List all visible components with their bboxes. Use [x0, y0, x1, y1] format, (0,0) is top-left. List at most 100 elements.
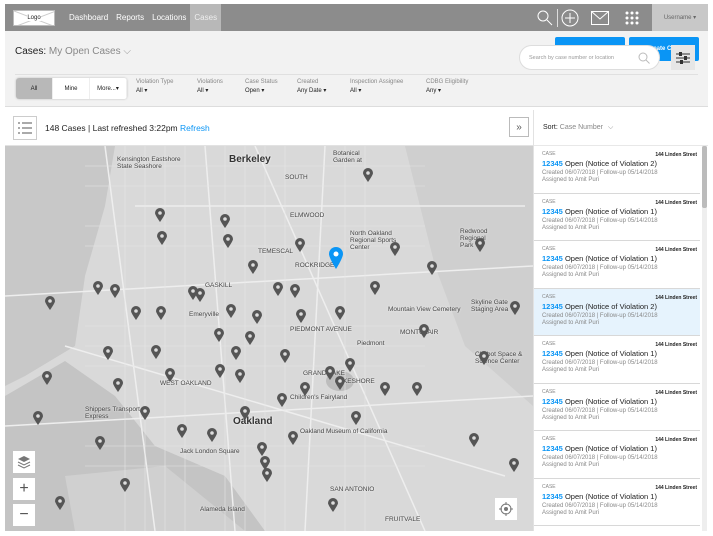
logo[interactable]: Logo [13, 9, 55, 26]
case-pin[interactable] [220, 214, 230, 228]
case-list-item[interactable]: CASE 144 Linden Street 12345 Open (Notice … [534, 194, 700, 241]
case-pin[interactable] [165, 368, 175, 382]
case-pin[interactable] [380, 382, 390, 396]
add-icon[interactable] [558, 4, 582, 31]
filter-violation-type[interactable]: Violation Type All ▾ [136, 79, 173, 94]
case-pin[interactable] [509, 458, 519, 472]
segment-all[interactable]: All [16, 78, 53, 99]
case-pin[interactable] [363, 168, 373, 182]
case-pin[interactable] [45, 296, 55, 310]
sort-control[interactable]: Sort: Case Number ⌵ [534, 110, 708, 146]
case-list-item[interactable]: CASE 144 Linden Street 12345 Open (Notice … [534, 384, 700, 431]
case-pin[interactable] [231, 346, 241, 360]
case-number-link[interactable]: 12345 [542, 207, 563, 216]
search-input[interactable]: Search by case number or location [519, 45, 660, 70]
case-pin[interactable] [390, 242, 400, 256]
case-pin[interactable] [345, 358, 355, 372]
case-number-link[interactable]: 12345 [542, 397, 563, 406]
case-pin[interactable] [120, 478, 130, 492]
case-pin[interactable] [510, 301, 520, 315]
case-pin[interactable] [412, 382, 422, 396]
case-number-link[interactable]: 12345 [542, 159, 563, 168]
nav-cases[interactable]: Cases [190, 4, 222, 31]
case-pin[interactable] [95, 436, 105, 450]
case-pin[interactable] [42, 371, 52, 385]
case-pin[interactable] [214, 328, 224, 342]
case-pin[interactable] [93, 281, 103, 295]
case-list-item[interactable]: CASE 144 Linden Street 12345 Open (Notice … [534, 241, 700, 289]
scrollbar[interactable] [702, 146, 707, 531]
case-pin[interactable] [215, 364, 225, 378]
user-menu[interactable]: Username ▾ [652, 4, 708, 31]
case-pin[interactable] [235, 369, 245, 383]
layers-button[interactable] [13, 451, 35, 473]
zoom-out-button[interactable]: − [13, 504, 35, 526]
chevron-down-icon[interactable]: ⌵ [608, 124, 613, 132]
search-icon[interactable] [533, 4, 557, 31]
case-pin[interactable] [419, 324, 429, 338]
case-pin[interactable] [295, 238, 305, 252]
search-icon[interactable] [638, 52, 650, 64]
map[interactable]: Berkeley Oakland Emeryville Piedmont WES… [5, 146, 533, 531]
collapse-panel-button[interactable]: » [509, 117, 529, 137]
nav-reports[interactable]: Reports [112, 4, 148, 31]
case-pin[interactable] [223, 234, 233, 248]
case-pin[interactable] [140, 406, 150, 420]
case-list-item[interactable]: CASE 144 Linden Street 12345 Open (Notice … [534, 431, 700, 479]
case-pin[interactable] [288, 431, 298, 445]
case-pin[interactable] [226, 304, 236, 318]
case-list-item[interactable]: CASE 144 Linden Street 12345 Open (Notice … [534, 288, 700, 336]
filter-value[interactable]: Any Date ▾ [297, 87, 326, 94]
selected-case-pin[interactable] [329, 247, 343, 269]
case-pin[interactable] [240, 406, 250, 420]
case-pin[interactable] [300, 382, 310, 396]
case-list-item[interactable]: CASE 144 Linden Street 12345 Open (Notice … [534, 479, 700, 526]
case-number-link[interactable]: 12345 [542, 302, 563, 311]
case-pin[interactable] [280, 349, 290, 363]
case-pin[interactable] [351, 411, 361, 425]
refresh-link[interactable]: Refresh [180, 123, 210, 133]
case-pin[interactable] [479, 351, 489, 365]
nav-locations[interactable]: Locations [148, 4, 190, 31]
filter-value[interactable]: All ▾ [197, 87, 223, 94]
mail-icon[interactable] [588, 4, 612, 31]
case-pin[interactable] [207, 428, 217, 442]
filter-value[interactable]: Any ▾ [426, 87, 468, 94]
segment-mine[interactable]: Mine [53, 78, 90, 99]
filter-created[interactable]: Created Any Date ▾ [297, 79, 326, 94]
case-pin[interactable] [335, 306, 345, 320]
case-number-link[interactable]: 12345 [542, 492, 563, 501]
case-pin[interactable] [469, 433, 479, 447]
filter-case-status[interactable]: Case Status Open ▾ [245, 79, 278, 94]
view-selector[interactable]: My Open Cases [49, 46, 121, 57]
case-pin[interactable] [113, 378, 123, 392]
case-pin[interactable] [427, 261, 437, 275]
case-pin[interactable] [335, 376, 345, 390]
case-pin[interactable] [157, 231, 167, 245]
case-number-link[interactable]: 12345 [542, 444, 563, 453]
case-pin[interactable] [328, 498, 338, 512]
case-pin[interactable] [370, 281, 380, 295]
case-pin[interactable] [257, 442, 267, 456]
filter-inspection-assignee[interactable]: Inspection Assignee All ▾ [350, 79, 403, 94]
case-list-item[interactable]: CASE 144 Linden Street 12345 Open (Notice … [534, 146, 700, 194]
segment-more[interactable]: More...▾ [90, 78, 127, 99]
page-title[interactable]: Cases: My Open Cases ⌵ [15, 46, 131, 57]
case-pin[interactable] [475, 238, 485, 252]
case-pin[interactable] [277, 393, 287, 407]
case-pin[interactable] [177, 424, 187, 438]
sort-value[interactable]: Case Number [560, 124, 603, 131]
case-pin[interactable] [131, 306, 141, 320]
filter-settings-button[interactable] [671, 45, 695, 70]
zoom-in-button[interactable]: + [13, 478, 35, 500]
case-pin[interactable] [110, 284, 120, 298]
case-pin[interactable] [151, 345, 161, 359]
case-pin[interactable] [273, 282, 283, 296]
case-pin[interactable] [325, 366, 335, 380]
filter-violations[interactable]: Violations All ▾ [197, 79, 223, 94]
filter-value[interactable]: All ▾ [136, 87, 173, 94]
filter-value[interactable]: Open ▾ [245, 87, 278, 94]
chevron-down-icon[interactable]: ⌵ [123, 46, 131, 57]
case-pin[interactable] [155, 208, 165, 222]
case-pin[interactable] [245, 331, 255, 345]
